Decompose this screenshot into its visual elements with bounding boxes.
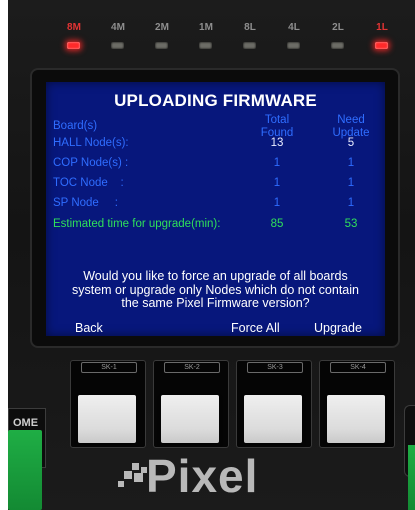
soft-key-2-button[interactable] <box>161 395 219 443</box>
row-total-sp: 1 <box>273 197 281 209</box>
soft-key-1-button[interactable] <box>78 395 136 443</box>
led-label-4m: 4M <box>111 22 125 33</box>
row-total-cop: 1 <box>273 157 281 169</box>
prompt-line-2: system or upgrade only Nodes which do no… <box>72 282 359 297</box>
led-8m <box>67 42 80 49</box>
soft-key-4-housing: SK-4 <box>319 360 395 448</box>
right-key-button[interactable] <box>408 445 415 510</box>
row-label-sp: SP Node : <box>53 197 118 209</box>
led-2m <box>155 42 168 49</box>
estimate-total: 85 <box>270 218 284 230</box>
row-label-toc: TOC Node : <box>53 177 124 189</box>
soft-key-3-tab: SK-3 <box>247 362 303 373</box>
home-key-button[interactable] <box>8 430 42 510</box>
row-total-hall: 13 <box>270 137 284 149</box>
row-need-cop: 1 <box>347 157 355 169</box>
row-need-sp: 1 <box>347 197 355 209</box>
soft-key-2-tab: SK-2 <box>164 362 220 373</box>
led-4l <box>287 42 300 49</box>
row-need-toc: 1 <box>347 177 355 189</box>
pixel-logo: Pixel <box>116 450 336 510</box>
lcd-screen: UPLOADING FIRMWARE Board(s) Total Found … <box>46 82 385 336</box>
row-total-toc: 1 <box>273 177 281 189</box>
led-1m <box>199 42 212 49</box>
led-8l <box>243 42 256 49</box>
soft-key-1-housing: SK-1 <box>70 360 146 448</box>
led-label-8m: 8M <box>67 22 81 33</box>
header-need-line1: Need <box>337 114 365 126</box>
softkey-label-back: Back <box>75 321 103 335</box>
pixel-logo-text: Pixel <box>146 450 259 502</box>
soft-key-1-tab: SK-1 <box>81 362 137 373</box>
led-label-4l: 4L <box>288 22 300 33</box>
led-label-1l: 1L <box>376 22 388 33</box>
led-4m <box>111 42 124 49</box>
led-2l <box>331 42 344 49</box>
control-panel: 8M 4M 2M 1M 8L 4L 2L 1L UPLOADING FIRMWA… <box>8 0 415 510</box>
prompt-line-1: Would you like to force an upgrade of al… <box>83 269 348 283</box>
prompt-line-3: the same Pixel Firmware version? <box>121 296 310 310</box>
estimate-need: 53 <box>344 218 358 230</box>
led-1l <box>375 42 388 49</box>
header-total-line1: Total <box>264 114 290 126</box>
softkey-label-upgrade: Upgrade <box>314 321 362 335</box>
led-label-2l: 2L <box>332 22 344 33</box>
estimate-label: Estimated time for upgrade(min): <box>53 218 221 230</box>
led-label-1m: 1M <box>199 22 213 33</box>
soft-key-3-housing: SK-3 <box>236 360 312 448</box>
row-label-cop: COP Node(s) : <box>53 157 129 169</box>
soft-key-4-button[interactable] <box>327 395 385 443</box>
row-need-hall: 5 <box>347 137 355 149</box>
soft-key-3-button[interactable] <box>244 395 302 443</box>
row-label-hall: HALL Node(s): <box>53 137 129 149</box>
led-label-8l: 8L <box>244 22 256 33</box>
led-label-2m: 2M <box>155 22 169 33</box>
screen-title: UPLOADING FIRMWARE <box>114 91 317 110</box>
header-boards: Board(s) <box>53 120 98 132</box>
soft-key-4-tab: SK-4 <box>330 362 386 373</box>
soft-key-2-housing: SK-2 <box>153 360 229 448</box>
prompt-message: Would you like to force an upgrade of al… <box>52 269 379 311</box>
home-key-label: OME <box>13 417 39 429</box>
softkey-label-force-all: Force All <box>231 321 280 335</box>
